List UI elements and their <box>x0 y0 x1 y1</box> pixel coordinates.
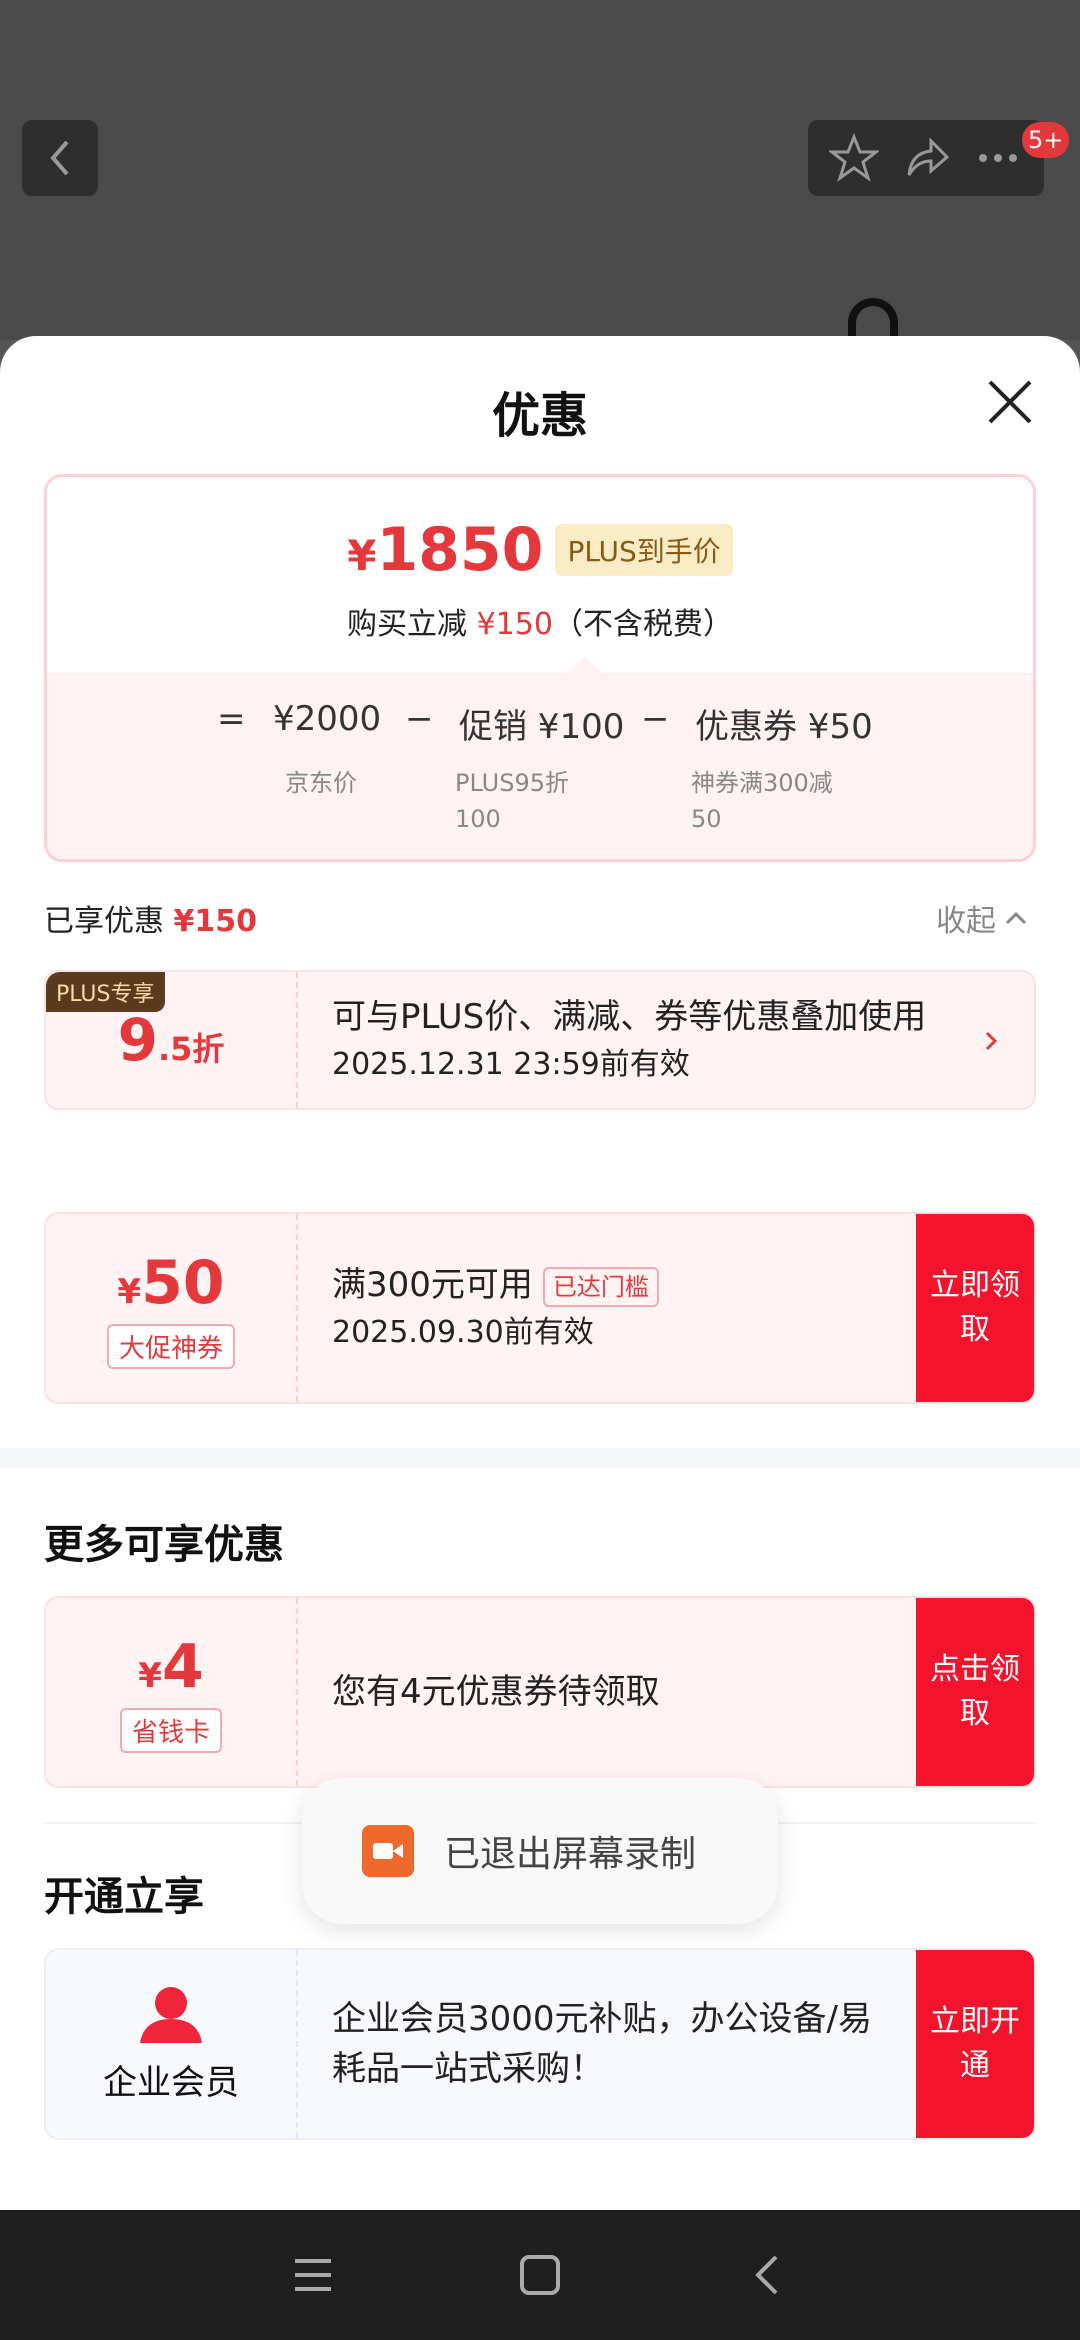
more-button[interactable] <box>968 128 1028 188</box>
coupon-amount: 优惠券 ¥50 <box>695 707 873 747</box>
toast-text: 已退出屏幕录制 <box>444 1834 697 1875</box>
share-icon <box>907 137 950 176</box>
chevron-left-icon <box>50 140 69 176</box>
star-icon <box>829 133 879 182</box>
video-camera-icon <box>362 1825 414 1877</box>
promo-amount: 促销 ¥100 <box>459 707 625 747</box>
plus-price-tag: PLUS到手价 <box>555 524 733 576</box>
coupon-type-tag: 大促神券 <box>106 1323 235 1369</box>
final-price: ¥1850 <box>347 515 544 585</box>
price-formula: = ¥2000 − 促销 ¥100 − 优惠券 ¥50 京东价 PLUS95折 1… <box>47 673 1033 859</box>
coupon-label: 神券满300减 50 <box>691 769 833 833</box>
enjoyed-discount: 已享优惠 ¥150 <box>44 904 258 939</box>
plus-discount-validity: 2025.12.31 23:59前有效 <box>332 1047 690 1082</box>
business-member-desc: 企业会员3000元补贴，办公设备/易耗品一站式采购！ <box>332 1999 872 2089</box>
coupon-condition: 满300元可用 已达门槛 <box>332 1260 904 1310</box>
back-button[interactable] <box>22 120 98 196</box>
close-icon <box>988 380 1032 424</box>
top-actions <box>808 120 1044 196</box>
promo-label: PLUS95折 100 <box>455 769 569 833</box>
saver-card-tag: 省钱卡 <box>119 1707 222 1753</box>
saver-desc: 您有4元优惠券待领取 <box>332 1672 660 1712</box>
business-member-card: 企业会员 企业会员3000元补贴，办公设备/易耗品一站式采购！ 立即开通 <box>44 1948 1036 2140</box>
coupon-card-50: ¥50 大促神券 满300元可用 已达门槛 2025.09.30前有效 立即领取 <box>44 1212 1036 1404</box>
share-button[interactable] <box>896 128 956 188</box>
system-nav-bar <box>0 2210 1080 2340</box>
sheet-title: 优惠 <box>491 388 588 444</box>
chevron-right-icon <box>985 1031 998 1051</box>
business-member-label: 企业会员 <box>103 2062 239 2103</box>
jd-price-label: 京东价 <box>285 769 357 797</box>
threshold-reached-tag: 已达门槛 <box>542 1266 659 1307</box>
chevron-up-icon <box>1005 911 1027 925</box>
more-discounts-title: 更多可享优惠 <box>44 1522 284 1568</box>
price-summary-card: ¥1850 PLUS到手价 购买立减 ¥150（不含税费） = ¥2000 − … <box>44 474 1036 862</box>
menu-lines-icon <box>295 2259 332 2291</box>
saver-card: ¥4 省钱卡 您有4元优惠券待领取 点击领取 <box>44 1596 1036 1788</box>
home-square-icon <box>519 2255 560 2295</box>
coupon-validity: 2025.09.30前有效 <box>332 1315 594 1350</box>
claim-coupon-button[interactable]: 立即领取 <box>916 1214 1034 1402</box>
coupon-value: ¥50 <box>117 1247 225 1318</box>
open-membership-button[interactable]: 立即开通 <box>916 1950 1034 2138</box>
open-enjoy-title: 开通立享 <box>44 1874 204 1920</box>
user-icon <box>140 1986 202 2043</box>
message-count-badge: 5+ <box>1022 122 1070 158</box>
plus-discount-card[interactable]: PLUS专享 9.5折 可与PLUS价、满减、券等优惠叠加使用 2025.12.… <box>44 970 1036 1110</box>
claim-saver-button[interactable]: 点击领取 <box>916 1598 1034 1786</box>
favorite-button[interactable] <box>824 128 884 188</box>
home-button[interactable] <box>500 2235 580 2315</box>
back-arrow-icon <box>754 2255 778 2295</box>
saver-value: ¥4 <box>138 1631 204 1702</box>
reduce-line: 购买立减 ¥150（不含税费） <box>347 607 733 642</box>
recents-button[interactable] <box>273 2235 353 2315</box>
plus-discount-value: 9.5折 <box>117 1006 225 1074</box>
plus-discount-desc: 可与PLUS价、满减、券等优惠叠加使用 <box>332 997 927 1037</box>
jd-price: ¥2000 <box>273 699 382 739</box>
close-button[interactable] <box>980 372 1040 432</box>
section-divider <box>0 1448 1080 1468</box>
collapse-toggle[interactable]: 收起 <box>936 896 1028 940</box>
more-dots-icon <box>979 154 1017 162</box>
system-back-button[interactable] <box>727 2235 807 2315</box>
discount-sheet: 优惠 ¥1850 PLUS到手价 购买立减 ¥150（不含税费） = ¥2000… <box>0 336 1080 2210</box>
recording-toast: 已退出屏幕录制 <box>302 1778 778 1924</box>
